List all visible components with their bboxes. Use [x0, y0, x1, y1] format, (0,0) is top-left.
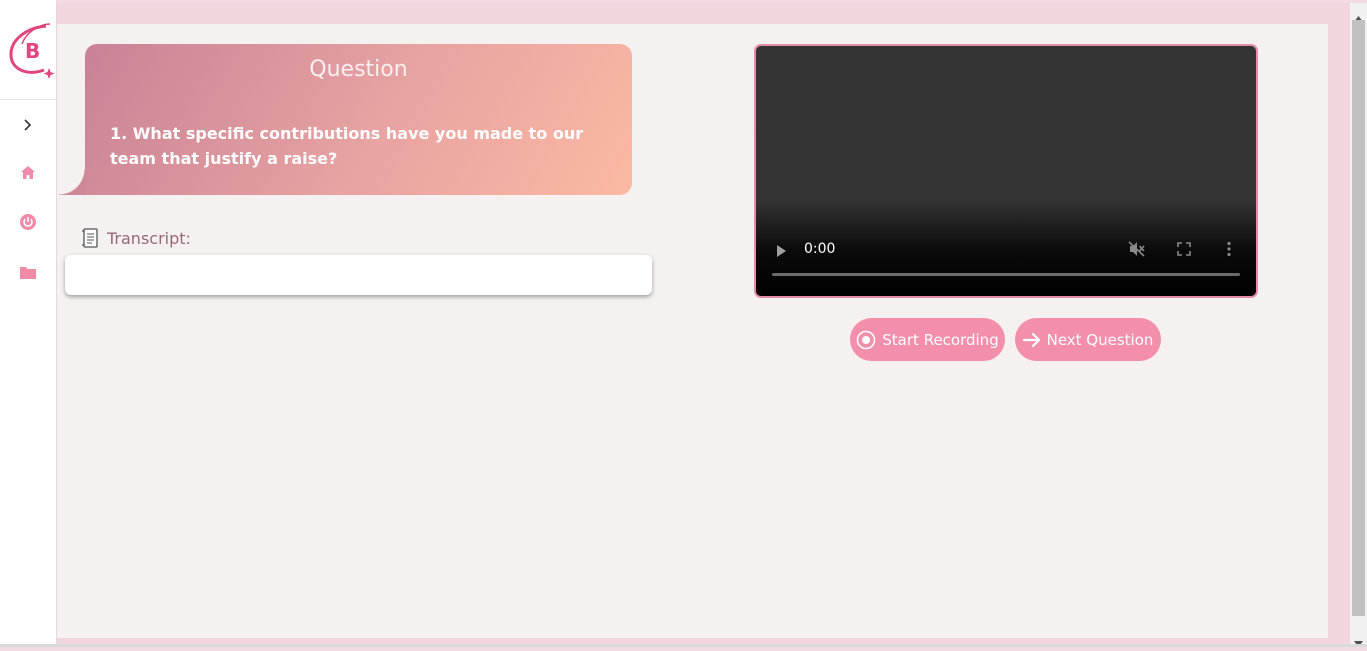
play-button[interactable]	[776, 242, 786, 261]
question-title: Question	[309, 57, 408, 82]
transcript-output	[65, 255, 652, 295]
sidebar-item-home[interactable]	[0, 160, 56, 184]
fullscreen-icon	[1177, 242, 1191, 256]
play-icon	[777, 245, 786, 257]
muted-speaker-icon	[1128, 241, 1145, 257]
start-recording-button[interactable]: Start Recording	[850, 318, 1005, 361]
home-icon	[21, 165, 35, 179]
video-time: 0:00	[804, 241, 836, 257]
scroll-thumb[interactable]	[1352, 20, 1365, 616]
transcript-label: Transcript:	[107, 228, 191, 248]
app-logo[interactable]: B	[6, 22, 56, 82]
sidebar-item-files[interactable]	[0, 260, 56, 284]
next-question-label: Next Question	[1046, 330, 1154, 349]
sidebar-expand-button[interactable]	[0, 113, 56, 137]
chevron-right-icon	[24, 119, 32, 131]
sidebar-divider	[0, 99, 56, 100]
document-icon	[82, 228, 98, 248]
scroll-down-button[interactable]	[1354, 632, 1363, 651]
sidebar-item-logout[interactable]	[0, 210, 56, 234]
record-icon	[856, 330, 876, 349]
start-recording-label: Start Recording	[882, 330, 999, 349]
page-scrollbar[interactable]	[1350, 3, 1367, 647]
next-question-button[interactable]: Next Question	[1015, 318, 1161, 361]
sidebar: B	[0, 0, 57, 647]
video-player[interactable]: 0:00	[754, 44, 1258, 298]
more-options-button[interactable]	[1226, 241, 1232, 261]
power-icon	[20, 214, 36, 230]
arrow-right-icon	[1022, 332, 1040, 347]
folder-icon	[20, 266, 36, 279]
question-text: 1. What specific contributions have you …	[110, 124, 584, 168]
question-card: Question 1. What specific contributions …	[59, 44, 632, 195]
fullscreen-button[interactable]	[1177, 241, 1191, 260]
video-progress-bar[interactable]	[772, 273, 1240, 276]
svg-text:B: B	[25, 39, 40, 63]
mute-button[interactable]	[1128, 241, 1146, 261]
transcript-header: Transcript:	[81, 228, 191, 248]
more-vertical-icon	[1227, 241, 1231, 257]
